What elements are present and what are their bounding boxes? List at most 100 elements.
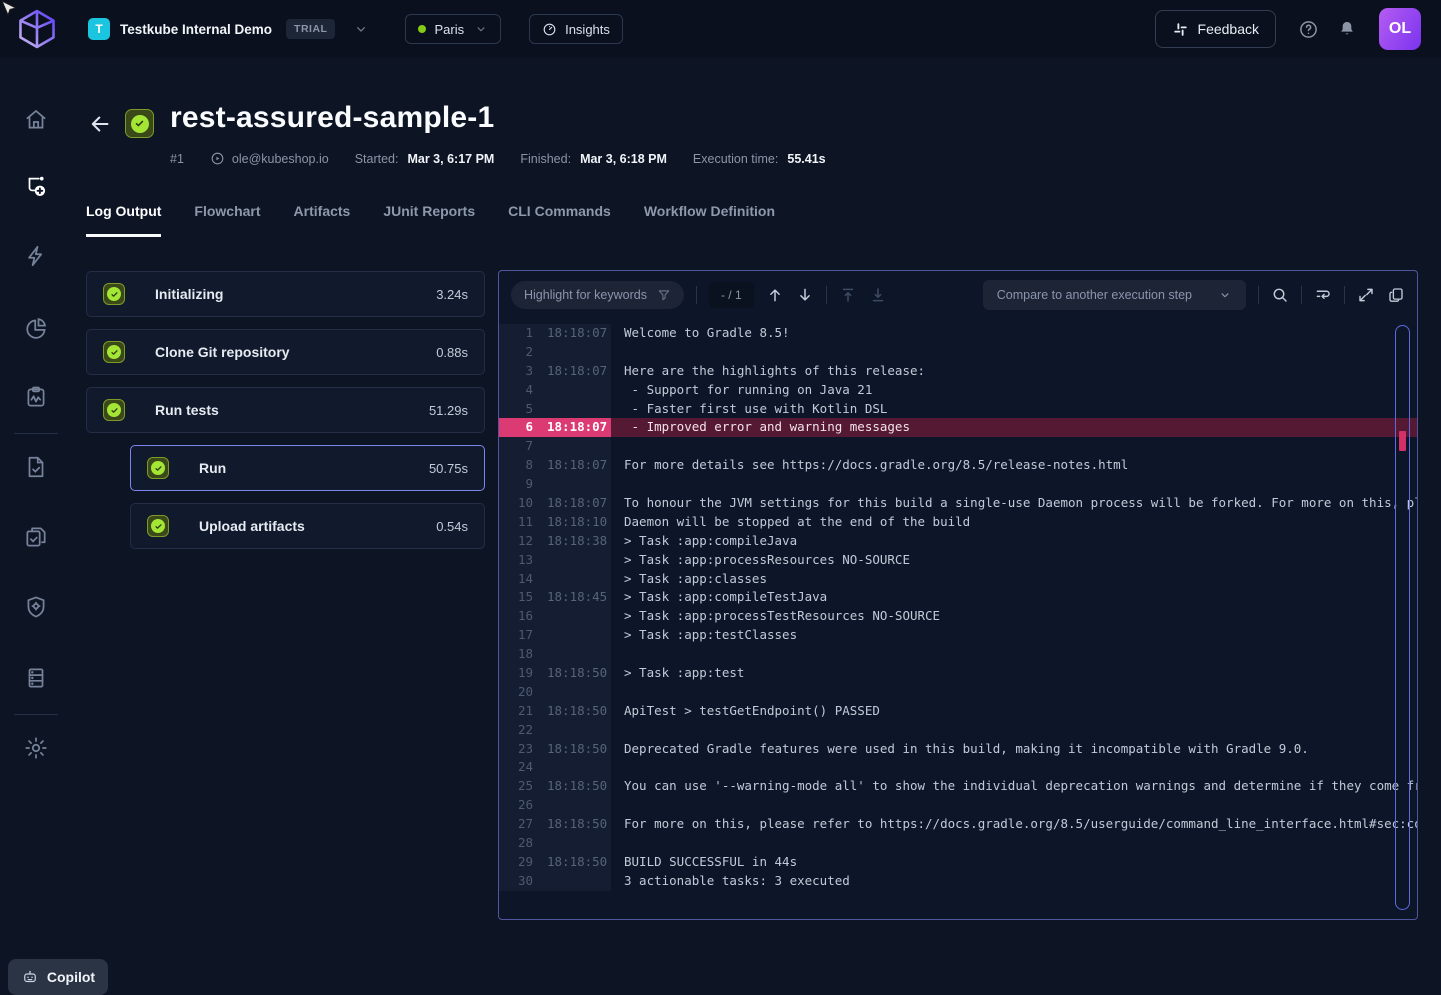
user-avatar[interactable]: OL <box>1379 8 1421 50</box>
triggered-by[interactable]: ole@kubeshop.io <box>210 151 329 166</box>
log-line-text: > Task :app:compileTestJava <box>611 588 1417 607</box>
log-line-number[interactable]: 25 <box>499 777 533 796</box>
log-line: 14> Task :app:classes <box>499 570 1417 589</box>
sidebar-item-shield-gear-icon[interactable] <box>23 594 49 620</box>
sidebar-item-server-rack-icon[interactable] <box>23 665 49 691</box>
step-card-initializing[interactable]: Initializing3.24s <box>86 271 485 317</box>
log-line-number[interactable]: 17 <box>499 626 533 645</box>
scroll-to-top-icon[interactable] <box>839 286 857 304</box>
log-line-text: > Task :app:compileJava <box>611 532 1417 551</box>
log-line-number[interactable]: 2 <box>499 343 533 362</box>
tab-cli-commands[interactable]: CLI Commands <box>508 203 611 237</box>
help-icon[interactable] <box>1298 19 1319 40</box>
previous-match-arrow-up-icon[interactable] <box>766 286 784 304</box>
log-line-number[interactable]: 7 <box>499 437 533 456</box>
log-line-text: Welcome to Gradle 8.5! <box>611 324 1417 343</box>
search-icon[interactable] <box>1271 286 1289 304</box>
copilot-button[interactable]: Copilot <box>8 959 108 995</box>
log-line-timestamp: 18:18:50 <box>533 853 611 872</box>
tab-flowchart[interactable]: Flowchart <box>194 203 260 237</box>
insights-button[interactable]: Insights <box>529 14 623 44</box>
log-line: 1918:18:50> Task :app:test <box>499 664 1417 683</box>
step-duration: 0.88s <box>436 345 468 360</box>
log-line-number[interactable]: 21 <box>499 702 533 721</box>
log-line-number[interactable]: 9 <box>499 475 533 494</box>
page-title: rest-assured-sample-1 <box>170 101 494 135</box>
log-line-number[interactable]: 1 <box>499 324 533 343</box>
sidebar-item-clipboard-pulse-icon[interactable] <box>23 384 49 410</box>
tab-junit-reports[interactable]: JUnit Reports <box>383 203 475 237</box>
log-line-number[interactable]: 30 <box>499 872 533 891</box>
log-line-text: For more details see https://docs.gradle… <box>611 456 1417 475</box>
step-duration: 51.29s <box>429 403 468 418</box>
log-scrollbar-thumb[interactable] <box>1395 325 1410 910</box>
log-line-number[interactable]: 14 <box>499 570 533 589</box>
sidebar-item-document-check-icon[interactable] <box>23 454 49 480</box>
log-line-text <box>611 343 1417 362</box>
log-line-number[interactable]: 5 <box>499 400 533 419</box>
highlight-position-marker <box>1399 431 1406 451</box>
log-line: 318:18:07Here are the highlights of this… <box>499 362 1417 381</box>
plan-badge: TRIAL <box>286 19 335 39</box>
log-line: 2118:18:50ApiTest > testGetEndpoint() PA… <box>499 702 1417 721</box>
sidebar-item-settings-gear-icon[interactable] <box>23 735 49 761</box>
log-line-number[interactable]: 13 <box>499 551 533 570</box>
back-button[interactable] <box>88 112 112 136</box>
log-line-number[interactable]: 27 <box>499 815 533 834</box>
log-line-number[interactable]: 23 <box>499 740 533 759</box>
log-line-number[interactable]: 10 <box>499 494 533 513</box>
log-line-text: You can use '--warning-mode all' to show… <box>611 777 1417 796</box>
log-line-number[interactable]: 15 <box>499 588 533 607</box>
scroll-to-bottom-icon[interactable] <box>869 286 887 304</box>
log-line-number[interactable]: 26 <box>499 796 533 815</box>
tab-workflow-definition[interactable]: Workflow Definition <box>644 203 775 237</box>
log-line-number[interactable]: 28 <box>499 834 533 853</box>
log-line-text: > Task :app:processTestResources NO-SOUR… <box>611 607 1417 626</box>
sidebar-item-documents-stack-icon[interactable] <box>23 524 49 550</box>
sidebar-item-workflow-add-icon[interactable] <box>23 173 49 199</box>
log-line-number[interactable]: 20 <box>499 683 533 702</box>
log-line-number[interactable]: 29 <box>499 853 533 872</box>
log-line-number[interactable]: 22 <box>499 721 533 740</box>
log-line-number[interactable]: 18 <box>499 645 533 664</box>
log-line-timestamp: 18:18:07 <box>533 456 611 475</box>
next-match-arrow-down-icon[interactable] <box>796 286 814 304</box>
log-line-number[interactable]: 24 <box>499 758 533 777</box>
sidebar-item-home-icon[interactable] <box>23 106 49 132</box>
log-line-number[interactable]: 3 <box>499 362 533 381</box>
log-line: 20 <box>499 683 1417 702</box>
sidebar-item-lightning-icon[interactable] <box>23 243 49 269</box>
log-line-number[interactable]: 6 <box>499 418 533 437</box>
execution-time-label: Execution time: <box>693 152 778 166</box>
log-line: 2718:18:50For more on this, please refer… <box>499 815 1417 834</box>
log-line-number[interactable]: 16 <box>499 607 533 626</box>
testkube-logo-icon[interactable] <box>14 6 60 52</box>
copilot-label: Copilot <box>47 969 95 985</box>
fullscreen-expand-icon[interactable] <box>1357 286 1375 304</box>
sidebar-item-pie-chart-icon[interactable] <box>23 315 49 341</box>
log-line-number[interactable]: 8 <box>499 456 533 475</box>
highlight-keywords-filter[interactable]: Highlight for keywords <box>511 281 684 309</box>
log-line-number[interactable]: 4 <box>499 381 533 400</box>
environment-selector[interactable]: Paris <box>405 14 501 44</box>
log-line-number[interactable]: 12 <box>499 532 533 551</box>
step-card-upload-artifacts[interactable]: Upload artifacts0.54s <box>130 503 485 549</box>
log-line: 2318:18:50Deprecated Gradle features wer… <box>499 740 1417 759</box>
log-line-number[interactable]: 19 <box>499 664 533 683</box>
notifications-bell-icon[interactable] <box>1337 19 1357 39</box>
chevron-down-icon <box>1218 288 1232 302</box>
step-card-clone-git-repository[interactable]: Clone Git repository0.88s <box>86 329 485 375</box>
log-line-number[interactable]: 11 <box>499 513 533 532</box>
step-card-run[interactable]: Run50.75s <box>130 445 485 491</box>
copy-icon[interactable] <box>1387 286 1405 304</box>
org-switcher[interactable]: T Testkube Internal Demo TRIAL <box>88 18 369 40</box>
tab-log-output[interactable]: Log Output <box>86 203 161 237</box>
log-line-timestamp <box>533 626 611 645</box>
tab-artifacts[interactable]: Artifacts <box>294 203 351 237</box>
log-line-text: ApiTest > testGetEndpoint() PASSED <box>611 702 1417 721</box>
log-line-text: 3 actionable tasks: 3 executed <box>611 872 1417 891</box>
feedback-button[interactable]: Feedback <box>1155 10 1276 48</box>
compare-step-dropdown[interactable]: Compare to another execution step <box>983 280 1246 310</box>
word-wrap-icon[interactable] <box>1314 286 1332 304</box>
step-card-run-tests[interactable]: Run tests51.29s <box>86 387 485 433</box>
